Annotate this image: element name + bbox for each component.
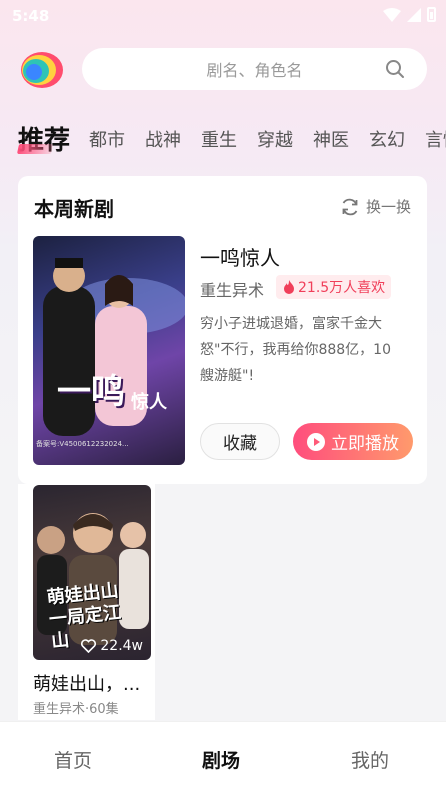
poster-filing-number: 备案号:V4500612232024... <box>36 440 129 448</box>
refresh-button[interactable]: 换一换 <box>340 196 411 217</box>
wifi-icon <box>383 7 401 22</box>
status-time: 5:48 <box>12 7 50 25</box>
grid-title: 萌娃出山，... <box>33 674 141 695</box>
active-tab-indicator <box>16 144 54 154</box>
poster-subtitle: 惊人 <box>131 392 167 413</box>
refresh-label: 换一换 <box>365 198 411 216</box>
likes-text: 21.5万人喜欢 <box>298 280 386 296</box>
grid-poster[interactable]: 萌娃出山 一局定江山 22.4w <box>33 485 151 660</box>
search-input[interactable]: 剧名、角色名 <box>82 48 427 90</box>
nav-home[interactable]: 首页 <box>54 746 92 773</box>
status-bar: 5:48 <box>0 0 446 32</box>
tab-time-travel[interactable]: 穿越 <box>257 126 293 152</box>
nav-theater[interactable]: 剧场 <box>202 746 240 773</box>
tab-war-god[interactable]: 战神 <box>145 126 181 152</box>
grid-likes-count: 22.4w <box>100 638 143 654</box>
section-title: 本周新剧 <box>34 197 114 221</box>
poster-title: 一鸣 <box>57 372 125 412</box>
drama-description: 穷小子进城退婚，富家千金大怒"不行，我再给你888亿，10艘游艇"! <box>200 316 391 384</box>
tab-city[interactable]: 都市 <box>89 126 125 152</box>
bottom-nav: 首页 剧场 我的 <box>0 721 446 793</box>
drama-title[interactable]: 一鸣惊人 <box>200 242 280 271</box>
status-icons <box>383 7 436 22</box>
drama-genre: 重生异术 <box>200 281 265 300</box>
grid-meta: 重生异术·60集 <box>33 702 119 717</box>
play-now-button[interactable]: 立即播放 <box>293 423 413 460</box>
refresh-icon <box>342 198 358 215</box>
featured-card: 本周新剧 换一换 一鸣 惊人 备案号:V4500612232024... 一鸣惊… <box>18 176 427 484</box>
flame-icon <box>284 280 294 294</box>
tab-divine-doctor[interactable]: 神医 <box>313 126 349 152</box>
grid-likes: 22.4w <box>81 638 143 654</box>
collect-button[interactable]: 收藏 <box>200 423 280 460</box>
likes-badge: 21.5万人喜欢 <box>276 275 392 299</box>
featured-poster[interactable]: 一鸣 惊人 备案号:V4500612232024... <box>33 236 185 465</box>
play-icon <box>307 432 325 451</box>
play-now-label: 立即播放 <box>331 434 399 454</box>
heart-icon <box>81 639 97 653</box>
app-logo-icon <box>21 52 63 88</box>
drama-grid-item[interactable]: 萌娃出山 一局定江山 22.4w 萌娃出山，... 重生异术·60集 <box>18 484 155 720</box>
search-icon[interactable] <box>385 59 405 79</box>
tab-romance[interactable]: 言情 <box>425 126 446 152</box>
battery-icon <box>427 7 436 22</box>
signal-icon <box>407 7 421 22</box>
tab-fantasy[interactable]: 玄幻 <box>369 126 405 152</box>
tab-rebirth[interactable]: 重生 <box>201 126 237 152</box>
category-tabs: 推荐 都市 战神 重生 穿越 神医 玄幻 言情 <box>0 118 446 160</box>
poster-art <box>43 258 185 436</box>
search-placeholder: 剧名、角色名 <box>206 61 303 80</box>
nav-mine[interactable]: 我的 <box>351 746 389 773</box>
